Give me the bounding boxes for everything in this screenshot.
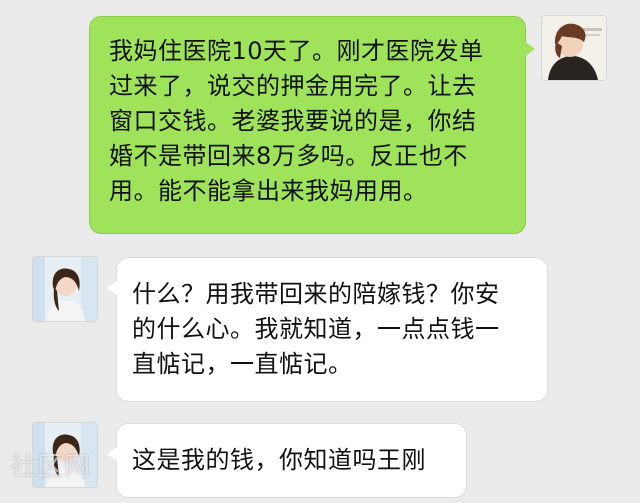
- incoming-message-bubble[interactable]: 什么？用我带回来的陪嫁钱？你安 的什么心。我就知道，一点点钱一 直惦记，一直惦记…: [107, 257, 548, 402]
- outgoing-message-bubble[interactable]: 我妈住医院10天了。刚才医院发单 过来了，说交的押金用完了。让去 窗口交钱。老婆…: [89, 16, 535, 234]
- watermark: 社区网: [10, 452, 92, 482]
- incoming-message-bubble[interactable]: 这是我的钱，你知道吗王刚: [107, 423, 467, 498]
- contact-avatar-image: [33, 257, 97, 321]
- self-avatar-image: [542, 16, 606, 80]
- self-avatar[interactable]: [542, 16, 606, 80]
- contact-avatar[interactable]: [33, 257, 97, 321]
